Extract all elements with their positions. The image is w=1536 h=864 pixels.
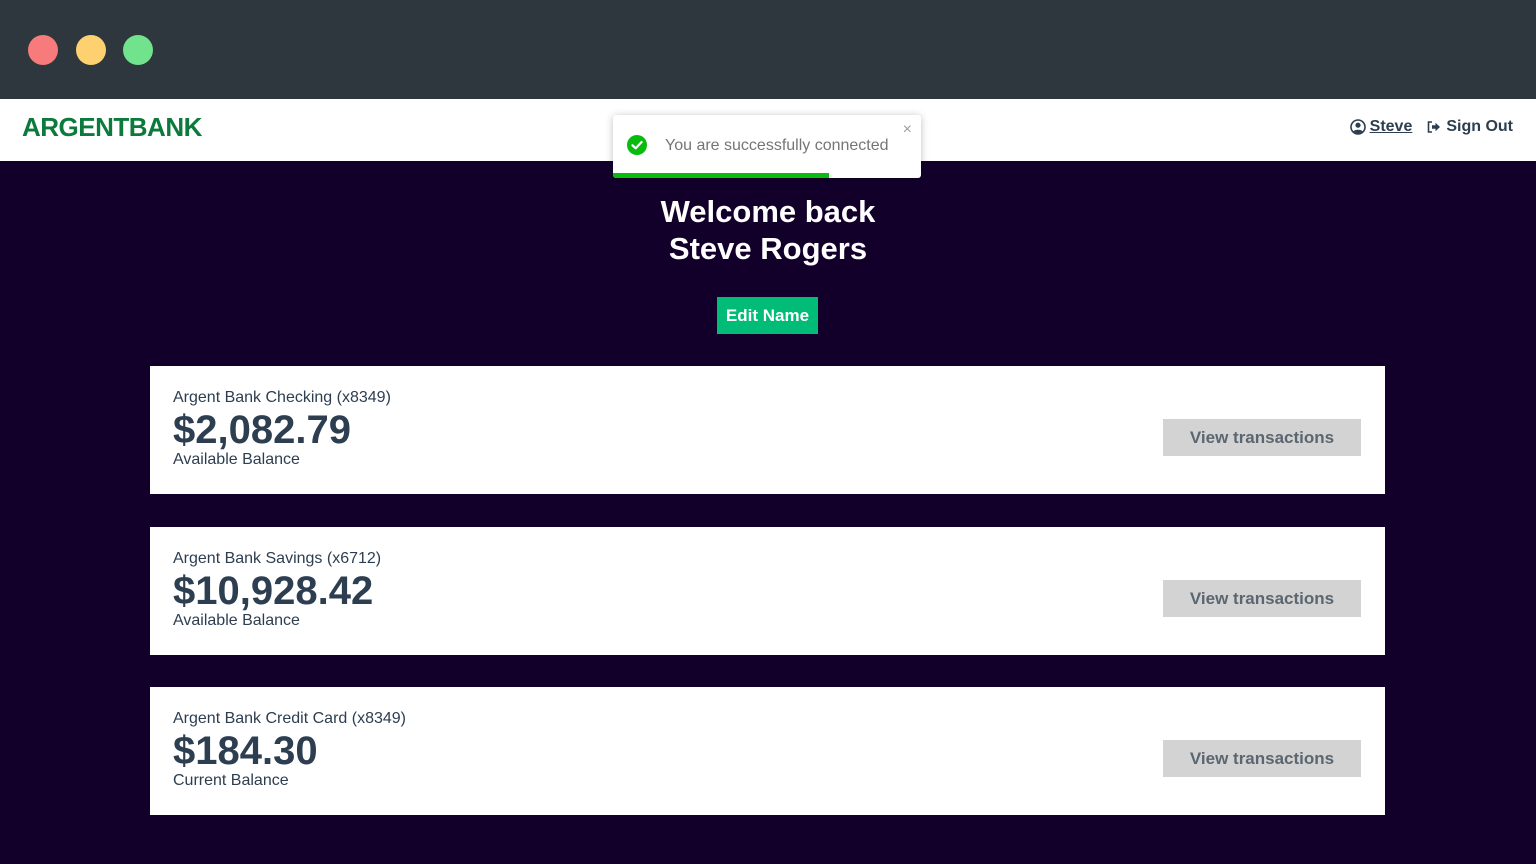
user-circle-icon (1349, 119, 1366, 135)
user-profile-link[interactable]: Steve (1349, 118, 1413, 136)
account-title: Argent Bank Savings (x6712) (173, 550, 382, 567)
close-window-button[interactable] (28, 35, 58, 65)
success-check-icon (627, 135, 647, 155)
logo-text-bank: BANK (128, 112, 203, 142)
close-icon[interactable]: × (903, 121, 912, 139)
argentbank-logo[interactable]: ARGENTBANK (22, 112, 202, 143)
view-transactions-button[interactable]: View transactions (1163, 580, 1361, 617)
account-card-savings: Argent Bank Savings (x6712) $10,928.42 A… (150, 527, 1385, 655)
account-card-credit: Argent Bank Credit Card (x8349) $184.30 … (150, 687, 1385, 815)
account-balance-label: Available Balance (173, 612, 300, 629)
maximize-window-button[interactable] (123, 35, 153, 65)
logo-text-argent: ARGENT (22, 112, 129, 142)
account-balance-label: Available Balance (173, 451, 300, 468)
sign-out-label: Sign Out (1446, 118, 1513, 135)
toast-progress-bar (613, 173, 829, 178)
account-amount: $184.30 (173, 729, 318, 773)
account-card-checking: Argent Bank Checking (x8349) $2,082.79 A… (150, 366, 1385, 494)
page: ARGENTBANK Steve Sign Out You are succes… (0, 99, 1536, 864)
account-title: Argent Bank Credit Card (x8349) (173, 710, 406, 727)
welcome-line: Welcome back (660, 194, 876, 229)
user-name-label: Steve (1369, 118, 1413, 135)
account-balance-label: Current Balance (173, 772, 289, 789)
account-title: Argent Bank Checking (x8349) (173, 389, 391, 406)
welcome-heading: Welcome back Steve Rogers (0, 193, 1536, 267)
account-amount: $10,928.42 (173, 569, 374, 613)
view-transactions-button[interactable]: View transactions (1163, 419, 1361, 456)
minimize-window-button[interactable] (76, 35, 106, 65)
view-transactions-button[interactable]: View transactions (1163, 740, 1361, 777)
edit-name-button[interactable]: Edit Name (717, 297, 818, 334)
nav-links: Steve Sign Out (1349, 118, 1513, 136)
toast-message: You are successfully connected (665, 137, 889, 154)
success-toast[interactable]: You are successfully connected × (613, 115, 921, 178)
sign-out-link[interactable]: Sign Out (1426, 118, 1513, 136)
window-titlebar (0, 0, 1536, 99)
account-amount: $2,082.79 (173, 408, 351, 452)
sign-out-icon (1428, 121, 1441, 133)
user-full-name: Steve Rogers (668, 231, 868, 266)
